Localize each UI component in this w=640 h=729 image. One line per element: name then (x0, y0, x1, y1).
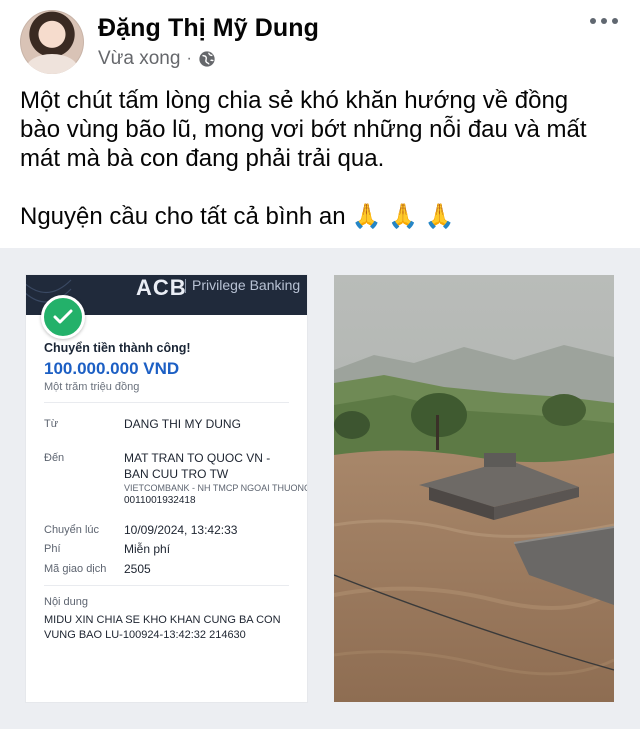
bank-tagline: Privilege Banking (184, 277, 301, 293)
to-value: MAT TRAN TO QUOC VN - (124, 451, 271, 465)
bank-logo: ACB (136, 275, 187, 300)
post-body: Một chút tấm lòng chia sẻ khó khăn hướng… (20, 86, 625, 231)
content-value: MIDU XIN CHIA SE KHO KHAN CUNG BA CON (44, 614, 281, 626)
bank-receipt-photo[interactable]: ACB Privilege Banking Chuyển tiền thành … (26, 275, 307, 702)
flood-photo[interactable] (334, 275, 614, 702)
post-text-line: mát mà bà con đang phải trải qua. (20, 145, 385, 172)
meta-separator: · (186, 50, 192, 67)
post-meta: Vừa xong · (98, 48, 216, 70)
flood-scene (334, 275, 614, 702)
content-value: VUNG BAO LU-100924-13:42:32 214630 (44, 629, 246, 641)
post-text-line: bào vùng bão lũ, mong vơi bớt những nỗi … (20, 116, 587, 143)
time-value: 10/09/2024, 13:42:33 (124, 523, 238, 537)
to-bank: VIETCOMBANK - NH TMCP NGOAI THUONG (124, 483, 307, 493)
from-label: Từ (44, 418, 59, 430)
fee-value: Miễn phí (124, 542, 171, 556)
to-value: BAN CUU TRO TW (124, 467, 229, 481)
globe-icon[interactable] (198, 50, 216, 68)
to-label: Đến (44, 452, 65, 464)
photo-grid: ACB Privilege Banking Chuyển tiền thành … (0, 248, 640, 729)
fee-label: Phí (44, 543, 61, 555)
transaction-id-value: 2505 (124, 562, 151, 576)
avatar[interactable] (20, 10, 84, 74)
amount-in-words: Một trăm triệu đồng (44, 381, 140, 393)
post-text-line: Một chút tấm lòng chia sẻ khó khăn hướng… (20, 87, 569, 114)
from-value: DANG THI MY DUNG (124, 417, 241, 431)
to-account: 0011001932418 (124, 495, 196, 506)
time-label: Chuyển lúc (44, 524, 100, 536)
transaction-id-label: Mã giao dịch (44, 563, 107, 575)
post-text-line: Nguyện cầu cho tất cả bình an 🙏 🙏 🙏 (20, 203, 455, 230)
pray-emoji: 🙏 🙏 🙏 (351, 203, 455, 230)
post-time[interactable]: Vừa xong (98, 48, 180, 70)
post-header: Đặng Thị Mỹ Dung Vừa xong · (0, 0, 640, 82)
author-name[interactable]: Đặng Thị Mỹ Dung (98, 14, 319, 43)
more-options-icon[interactable] (590, 18, 618, 24)
content-label: Nội dung (44, 596, 89, 608)
transfer-status: Chuyển tiền thành công! (44, 341, 191, 355)
success-check-icon (41, 295, 85, 339)
transfer-amount: 100.000.000 VND (44, 359, 180, 378)
